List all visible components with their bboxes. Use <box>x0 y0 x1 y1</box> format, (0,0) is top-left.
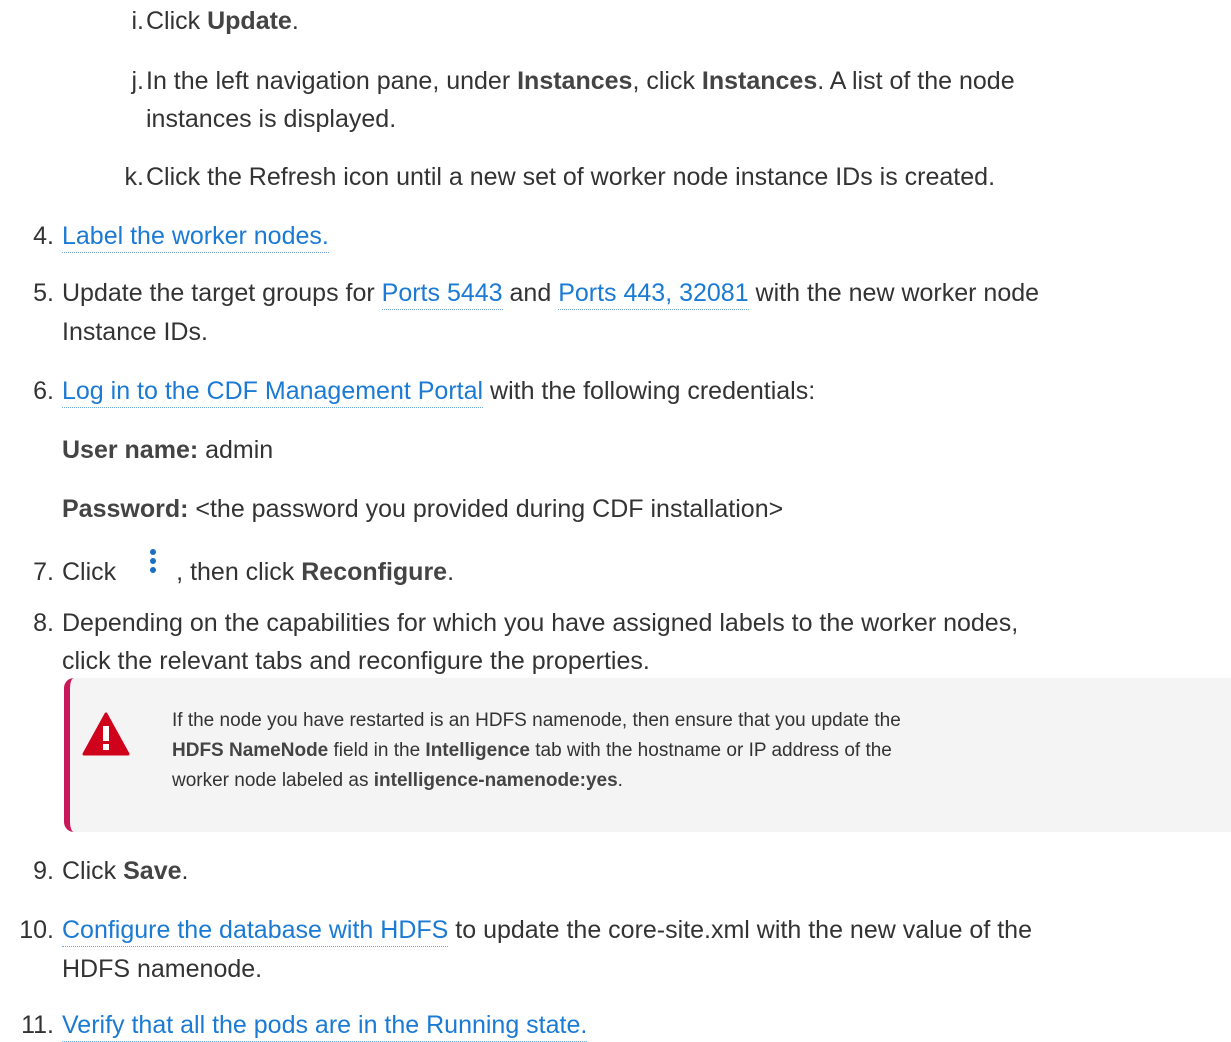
ui-term: intelligence-namenode:yes <box>373 770 618 791</box>
step-text: , click <box>632 67 702 95</box>
step-4-text: Label the worker nodes. <box>62 219 329 253</box>
step-5-text: Update the target groups for Ports 5443 … <box>62 276 1039 310</box>
step-text: with the following credentials: <box>483 377 816 405</box>
note-line-3: worker node labeled as intelligence-name… <box>172 766 1212 796</box>
password-label: Password: <box>62 495 189 523</box>
step-text: . <box>181 857 189 885</box>
step-text: . A list of the node <box>817 67 1015 95</box>
username-line: User name: admin <box>62 433 273 467</box>
step-marker: j. <box>131 67 145 95</box>
step-marker: 9. <box>33 857 54 885</box>
password-value: <the password you provided during CDF in… <box>188 495 784 523</box>
ports-5443-link[interactable]: Ports 5443 <box>381 279 503 310</box>
ui-term: Reconfigure <box>301 558 448 586</box>
configure-database-hdfs-link[interactable]: Configure the database with HDFS <box>62 916 449 947</box>
step-i-text: Click Update. <box>146 4 299 38</box>
kebab-menu-icon <box>116 549 176 589</box>
note-line-1: If the node you have restarted is an HDF… <box>172 710 901 731</box>
step-k-text: Click the Refresh icon until a new set o… <box>146 163 996 191</box>
step-marker: 5. <box>33 279 54 307</box>
step-10-text: Configure the database with HDFS to upda… <box>62 913 1032 947</box>
note-text-run: tab with the hostname or IP address of t… <box>529 740 892 761</box>
step-text: to update the core-site.xml with the new… <box>448 916 1032 944</box>
step-text: with the new worker node <box>748 279 1040 307</box>
step-10-text-line2: HDFS namenode. <box>62 955 263 983</box>
step-j-text-line2: instances is displayed. <box>146 105 397 133</box>
password-line: Password: <the password you provided dur… <box>62 492 783 526</box>
note-text: If the node you have restarted is an HDF… <box>172 706 1212 796</box>
step-text: Click <box>62 558 117 586</box>
step-marker: 4. <box>33 222 54 250</box>
ui-term: Save <box>123 857 182 885</box>
username-label: User name: <box>62 436 199 464</box>
step-marker: 6. <box>33 377 54 405</box>
step-marker: 8. <box>33 609 54 637</box>
step-marker: i. <box>131 7 145 35</box>
step-text: Click <box>146 7 208 35</box>
step-text: Update the target groups for <box>62 279 382 307</box>
step-marker: 7. <box>33 558 54 586</box>
ui-term: Intelligence <box>425 740 530 761</box>
step-11-text: Verify that all the pods are in the Runn… <box>62 1008 588 1042</box>
note-line-2: HDFS NameNode field in the Intelligence … <box>172 736 1212 766</box>
ports-443-32081-link[interactable]: Ports 443, 32081 <box>558 279 749 310</box>
step-text: . <box>447 558 455 586</box>
note-text-run: worker node labeled as <box>172 770 374 791</box>
step-text: In the left navigation pane, under <box>146 67 518 95</box>
username-value: admin <box>198 436 274 464</box>
step-7-text: Click , then click Reconfigure. <box>62 549 455 589</box>
label-worker-nodes-link[interactable]: Label the worker nodes. <box>62 222 329 253</box>
step-6-text: Log in to the CDF Management Portal with… <box>62 374 815 408</box>
cdf-portal-login-link[interactable]: Log in to the CDF Management Portal <box>62 377 484 408</box>
ui-term: Update <box>207 7 292 35</box>
step-text: Click <box>62 857 124 885</box>
step-j-text: In the left navigation pane, under Insta… <box>146 64 1015 98</box>
note-text-run: field in the <box>328 740 426 761</box>
ui-term: Instances <box>701 67 818 95</box>
verify-pods-running-link[interactable]: Verify that all the pods are in the Runn… <box>62 1011 588 1042</box>
step-marker: k. <box>124 163 144 191</box>
step-text: and <box>502 279 559 307</box>
step-text: , then click <box>176 558 302 586</box>
step-marker: 11. <box>21 1011 54 1039</box>
ui-term: Instances <box>517 67 633 95</box>
note-callout: If the node you have restarted is an HDF… <box>64 678 1231 832</box>
step-text: . <box>291 7 299 35</box>
note-text-run: . <box>617 770 623 791</box>
ui-term: HDFS NameNode <box>172 740 329 761</box>
step-8-text-line2: click the relevant tabs and reconfigure … <box>62 647 650 675</box>
warning-icon <box>82 712 130 756</box>
step-8-text: Depending on the capabilities for which … <box>62 609 1019 637</box>
step-marker: 10. <box>19 916 54 944</box>
step-9-text: Click Save. <box>62 854 188 888</box>
step-5-text-line2: Instance IDs. <box>62 318 208 346</box>
